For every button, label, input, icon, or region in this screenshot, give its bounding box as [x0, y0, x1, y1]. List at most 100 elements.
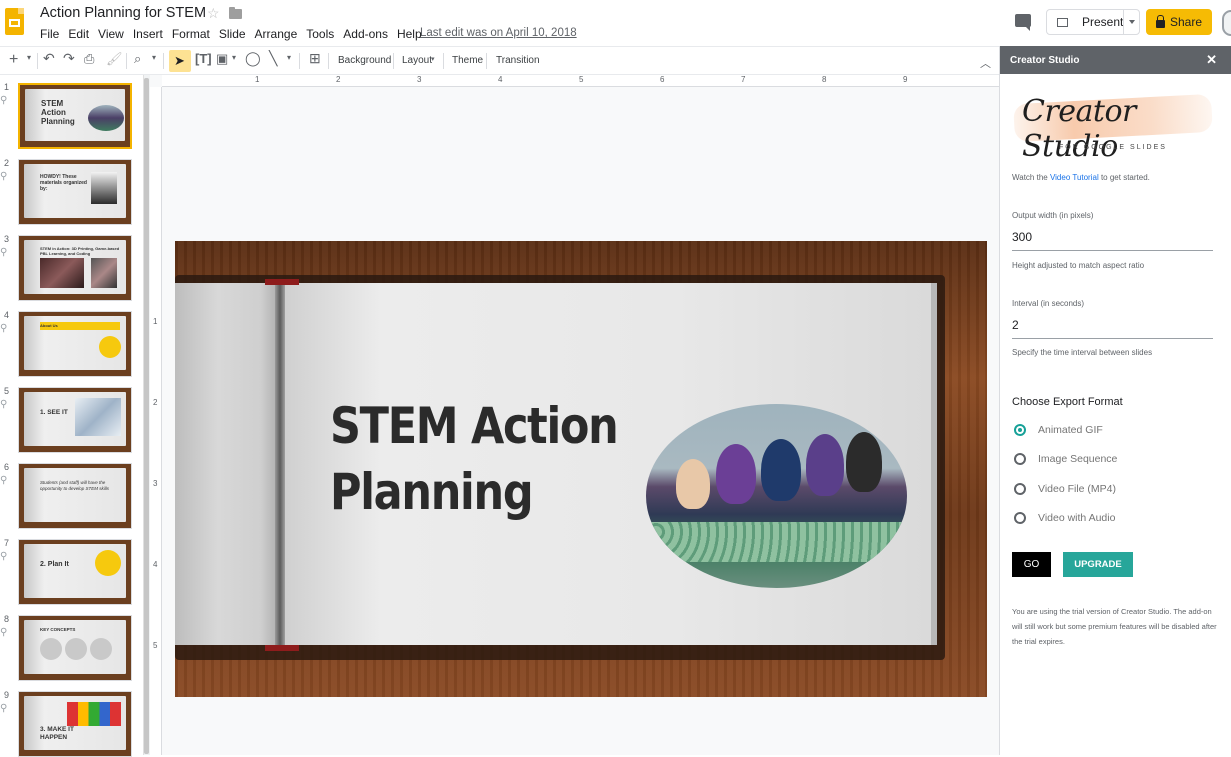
menu-tools[interactable]: Tools [306, 27, 334, 41]
vertical-ruler: 1 2 3 4 5 [150, 87, 162, 755]
slide-thumbnail-5[interactable]: 1. SEE IT [18, 387, 132, 453]
width-field[interactable]: 300 [1012, 230, 1032, 244]
interval-field[interactable]: 2 [1012, 318, 1019, 332]
thumbnail-photo [99, 336, 121, 358]
link-icon: ⚲ [0, 627, 8, 638]
document-title[interactable]: Action Planning for STEM [40, 5, 206, 21]
thumbnail-photo [75, 398, 121, 436]
last-edit-link[interactable]: Last edit was on April 10, 2018 [420, 27, 577, 39]
thumbnail-photo [91, 172, 117, 204]
folder-icon[interactable] [229, 7, 242, 19]
slide-1[interactable]: STEM Action Planning [175, 241, 987, 697]
link-icon: ⚲ [0, 247, 8, 258]
radio-image-sequence[interactable] [1014, 453, 1026, 465]
star-icon[interactable]: ☆ [207, 5, 220, 22]
slide-thumbnail-7[interactable]: 2. Plan It [18, 539, 132, 605]
chevron-up-icon[interactable]: ︿ [980, 55, 991, 71]
video-tutorial-link[interactable]: Video Tutorial [1050, 173, 1099, 182]
avatar[interactable] [1222, 10, 1231, 36]
zoom-dropdown-icon[interactable]: ▾ [152, 53, 156, 62]
image-icon[interactable]: ▣ [216, 51, 228, 67]
transition-button[interactable]: Transition [496, 55, 540, 66]
slide-number: 7 [4, 538, 10, 548]
upgrade-button[interactable]: UPGRADE [1063, 552, 1133, 577]
print-icon[interactable]: ⎙ [84, 51, 94, 67]
thumbnail-text: 3. MAKE IT HAPPEN [40, 726, 74, 741]
image-dropdown-icon[interactable]: ▾ [232, 53, 236, 62]
creator-studio-panel: Creator Studio ✕ Creator Studio FOR GOOG… [999, 46, 1231, 755]
close-icon[interactable]: ✕ [1206, 52, 1217, 68]
new-slide-icon[interactable]: + [9, 51, 18, 69]
menu-addons[interactable]: Add-ons [343, 27, 388, 41]
present-dropdown-icon[interactable] [1129, 20, 1135, 24]
thumbnail-text: STEM Action Planning [41, 99, 75, 126]
redo-icon[interactable]: ↷ [63, 50, 75, 67]
layout-button[interactable]: Layout [402, 55, 432, 66]
dragon-boat [646, 522, 907, 562]
thumbnail-text: KEY CONCEPTS [40, 627, 76, 632]
layout-dropdown-icon[interactable]: ▾ [431, 55, 435, 63]
brand-logo: Creator Studio [1022, 94, 1136, 164]
radio-video-audio[interactable] [1014, 512, 1026, 524]
lock-icon [1155, 15, 1165, 28]
rowing-team-photo[interactable] [646, 404, 907, 588]
book-left-page [175, 283, 282, 645]
theme-button[interactable]: Theme [452, 55, 483, 66]
menu-view[interactable]: View [98, 27, 124, 41]
comment-add-icon[interactable]: ⊞ [309, 50, 321, 67]
slide-title[interactable]: STEM Action Planning [330, 393, 619, 525]
radio-label[interactable]: Video with Audio [1038, 512, 1115, 524]
slide-thumbnail-1[interactable]: STEM Action Planning [18, 83, 132, 149]
slide-thumbnail-8[interactable]: KEY CONCEPTS [18, 615, 132, 681]
slide-thumbnail-9[interactable]: 3. MAKE IT HAPPEN [18, 691, 132, 757]
shape-icon[interactable]: ◯ [245, 50, 261, 67]
menu-bar: File Edit View Insert Format Slide Arran… [40, 27, 431, 41]
menu-format[interactable]: Format [172, 27, 210, 41]
radio-animated-gif[interactable] [1014, 424, 1026, 436]
menu-edit[interactable]: Edit [68, 27, 89, 41]
filmstrip-scroll-thumb[interactable] [144, 78, 149, 754]
menu-slide[interactable]: Slide [219, 27, 246, 41]
slide-thumbnail-4[interactable]: About Us [18, 311, 132, 377]
paint-format-icon[interactable]: 🖌 [106, 51, 123, 67]
thumbnail-photo [40, 258, 84, 288]
share-label: Share [1169, 15, 1203, 29]
top-bar: Action Planning for STEM ☆ File Edit Vie… [0, 0, 1231, 46]
link-icon: ⚲ [0, 323, 8, 334]
menu-arrange[interactable]: Arrange [255, 27, 298, 41]
undo-icon[interactable]: ↶ [43, 50, 55, 67]
line-dropdown-icon[interactable]: ▾ [287, 53, 291, 62]
thumbnail-text: HOWDY! These materials organized by: [40, 174, 87, 192]
go-button[interactable]: GO [1012, 552, 1051, 577]
thumbnail-photo [67, 702, 121, 726]
link-icon: ⚲ [0, 399, 8, 410]
radio-label[interactable]: Video File (MP4) [1038, 483, 1116, 495]
brand-subtitle: FOR GOOGLE SLIDES [1059, 144, 1167, 151]
radio-label[interactable]: Animated GIF [1038, 424, 1103, 436]
slide-thumbnail-6[interactable]: Students (and staff) will have the oppor… [18, 463, 132, 529]
share-button[interactable]: Share [1146, 9, 1212, 35]
zoom-icon[interactable]: ⌕ [134, 51, 141, 67]
line-icon[interactable]: ╲ [269, 50, 277, 67]
slide-thumbnail-3[interactable]: STEM in Action: 3D Printing, Game-based … [18, 235, 132, 301]
comment-icon[interactable] [1015, 14, 1031, 31]
textbox-icon[interactable]: [T] [195, 51, 212, 66]
menu-file[interactable]: File [40, 27, 59, 41]
width-label: Output width (in pixels) [1012, 211, 1094, 220]
background-button[interactable]: Background [338, 55, 391, 66]
thumbnail-text: STEM in Action: 3D Printing, Game-based … [40, 246, 120, 256]
menu-help[interactable]: Help [397, 27, 422, 41]
present-button[interactable]: Present [1046, 9, 1140, 35]
thumbnail-photo [91, 258, 117, 288]
new-slide-dropdown-icon[interactable]: ▾ [27, 53, 31, 62]
panel-header: Creator Studio [1000, 46, 1231, 74]
book-spine [275, 281, 285, 647]
slide-number: 3 [4, 234, 10, 244]
radio-label[interactable]: Image Sequence [1038, 453, 1117, 465]
radio-video-file[interactable] [1014, 483, 1026, 495]
slides-logo-icon[interactable] [5, 8, 24, 35]
slide-number: 8 [4, 614, 10, 624]
slide-thumbnail-2[interactable]: HOWDY! These materials organized by: [18, 159, 132, 225]
menu-insert[interactable]: Insert [133, 27, 163, 41]
select-tool-button[interactable]: ➤ [169, 50, 191, 72]
